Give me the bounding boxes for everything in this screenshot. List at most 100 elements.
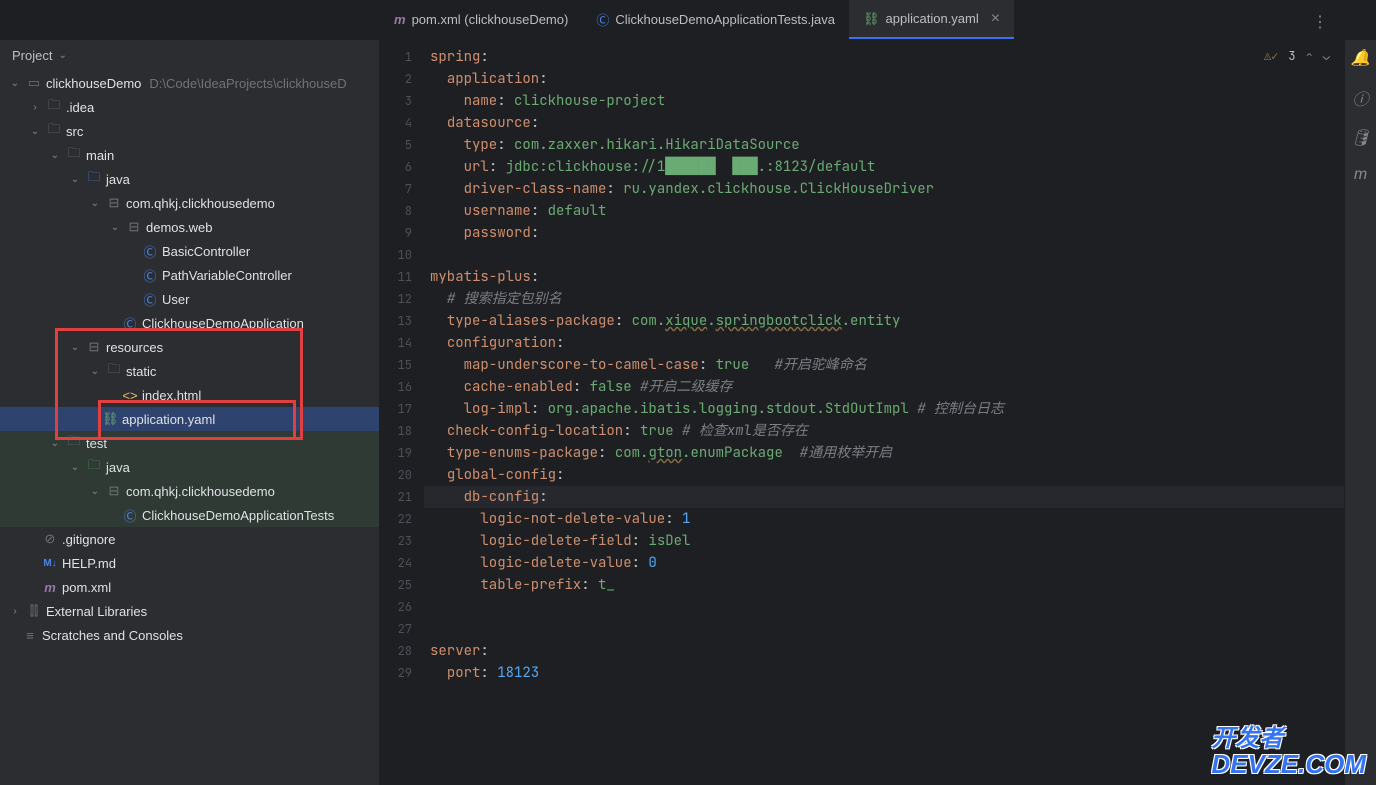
tree-node-pom-xml[interactable]: m pom.xml (0, 575, 379, 599)
tree-label: Scratches and Consoles (42, 628, 183, 643)
chevron-down-icon[interactable]: ⌄ (68, 174, 82, 185)
tree-node-java[interactable]: ⌄ 🗀 java (0, 167, 379, 191)
chevron-right-icon[interactable]: › (28, 102, 42, 113)
tree-label: demos.web (146, 220, 212, 235)
tab-label: application.yaml (886, 11, 979, 26)
tree-node-test-java[interactable]: ⌄ 🗀 java (0, 455, 379, 479)
tree-node-user[interactable]: Ⓒ User (0, 287, 379, 311)
editor-tabs-bar: m pom.xml (clickhouseDemo) Ⓒ ClickhouseD… (0, 0, 1376, 40)
chevron-down-icon[interactable]: ⌄ (58, 50, 66, 61)
html-icon: <> (122, 388, 138, 403)
project-panel-header[interactable]: Project ⌄ (0, 40, 379, 71)
tree-node-clickhouse-demo-app[interactable]: Ⓒ ClickhouseDemoApplication (0, 311, 379, 335)
tree-node-test-pkg[interactable]: ⌄ ⊟ com.qhkj.clickhousedemo (0, 479, 379, 503)
ai-icon[interactable]: ⓘ (1352, 86, 1368, 110)
tab-tests-java[interactable]: Ⓒ ClickhouseDemoApplicationTests.java (582, 0, 849, 39)
tab-pom-xml[interactable]: m pom.xml (clickhouseDemo) (380, 0, 582, 39)
notifications-icon[interactable]: 🔔 (1351, 48, 1371, 68)
chevron-up-icon[interactable]: ⌃ (1306, 48, 1313, 64)
chevron-down-icon[interactable]: ⌄ (48, 438, 62, 449)
tree-label: clickhouseDemo (46, 76, 141, 91)
tree-label: java (106, 460, 130, 475)
yaml-icon: ⛓ (863, 11, 880, 27)
watermark-en: DEVZE.COM (1211, 751, 1366, 777)
tree-label: External Libraries (46, 604, 147, 619)
folder-icon: 🗀 (46, 120, 62, 142)
tree-label: resources (106, 340, 163, 355)
gitignore-icon: ⊘ (42, 531, 58, 547)
tree-label: BasicController (162, 244, 250, 259)
package-icon: ⊟ (106, 195, 122, 211)
tree-label: src (66, 124, 83, 139)
tree-node-demos-web[interactable]: ⌄ ⊟ demos.web (0, 215, 379, 239)
tree-label: .idea (66, 100, 94, 115)
tree-label: test (86, 436, 107, 451)
chevron-down-icon[interactable]: ⌄ (68, 342, 82, 353)
more-icon[interactable]: ⋮ (1312, 12, 1328, 32)
chevron-right-icon[interactable]: › (8, 606, 22, 617)
maven-icon: m (394, 12, 406, 27)
chevron-down-icon[interactable]: ⌄ (48, 150, 62, 161)
tree-external-libraries[interactable]: › ⫿⫿ External Libraries (0, 599, 379, 623)
tree-label: ClickhouseDemoApplicationTests (142, 508, 334, 523)
tree-root[interactable]: ⌄ ▭ clickhouseDemo D:\Code\IdeaProjects\… (0, 71, 379, 95)
inspection-count: 3 (1288, 48, 1295, 64)
tree-scratches[interactable]: ≡ Scratches and Consoles (0, 623, 379, 647)
tree-node-resources[interactable]: ⌄ ⊟ resources (0, 335, 379, 359)
tree-node-test[interactable]: ⌄ 🗀 test (0, 431, 379, 455)
chevron-down-icon[interactable]: ⌄ (88, 366, 102, 377)
tree-node-main[interactable]: ⌄ 🗀 main (0, 143, 379, 167)
close-icon[interactable]: × (991, 10, 1000, 28)
chevron-down-icon[interactable]: ⌄ (108, 222, 122, 233)
tree-label: User (162, 292, 189, 307)
main-area: Project ⌄ ⌄ ▭ clickhouseDemo D:\Code\Ide… (0, 40, 1376, 785)
module-icon: ▭ (26, 75, 42, 91)
java-class-icon: Ⓒ (122, 506, 138, 525)
tab-label: ClickhouseDemoApplicationTests.java (615, 12, 835, 27)
project-tool-window: Project ⌄ ⌄ ▭ clickhouseDemo D:\Code\Ide… (0, 40, 380, 785)
tree-node-package[interactable]: ⌄ ⊟ com.qhkj.clickhousedemo (0, 191, 379, 215)
inspection-widget[interactable]: ⚠✓ 3 ⌃ ⌄ (1264, 48, 1330, 64)
maven-icon: m (42, 580, 58, 595)
test-folder-icon: 🗀 (86, 456, 102, 478)
tree-node-index-html[interactable]: <> index.html (0, 383, 379, 407)
tree-node-src[interactable]: ⌄ 🗀 src (0, 119, 379, 143)
project-tree[interactable]: ⌄ ▭ clickhouseDemo D:\Code\IdeaProjects\… (0, 71, 379, 785)
tree-node-basic-controller[interactable]: Ⓒ BasicController (0, 239, 379, 263)
chevron-down-icon[interactable]: ⌄ (68, 462, 82, 473)
tree-label: java (106, 172, 130, 187)
editor-gutter[interactable]: 1234567891011121314151617181920212223242… (380, 40, 424, 785)
yaml-icon: ⛓ (102, 411, 118, 427)
tree-label: HELP.md (62, 556, 116, 571)
folder-icon: 🗀 (46, 96, 62, 118)
tree-label: pom.xml (62, 580, 111, 595)
tree-label: PathVariableController (162, 268, 292, 283)
tree-label: main (86, 148, 114, 163)
chevron-down-icon[interactable]: ⌄ (28, 126, 42, 137)
tree-node-test-class[interactable]: Ⓒ ClickhouseDemoApplicationTests (0, 503, 379, 527)
tree-node-gitignore[interactable]: ⊘ .gitignore (0, 527, 379, 551)
maven-tool-icon[interactable]: m (1354, 166, 1367, 184)
chevron-down-icon[interactable]: ⌄ (88, 486, 102, 497)
chevron-down-icon[interactable]: ⌄ (1323, 48, 1330, 64)
folder-icon: 🗀 (106, 360, 122, 382)
tree-label: com.qhkj.clickhousedemo (126, 484, 275, 499)
tree-node-application-yaml[interactable]: ⛓ application.yaml (0, 407, 379, 431)
panel-title: Project (12, 48, 52, 63)
package-icon: ⊟ (126, 219, 142, 235)
chevron-down-icon[interactable]: ⌄ (88, 198, 102, 209)
tree-node-static[interactable]: ⌄ 🗀 static (0, 359, 379, 383)
code-content[interactable]: spring: application: name: clickhouse-pr… (424, 40, 1344, 785)
database-icon[interactable]: 🛢 (1350, 128, 1370, 148)
editor-area: 1234567891011121314151617181920212223242… (380, 40, 1344, 785)
source-folder-icon: 🗀 (86, 168, 102, 190)
watermark-zh: 开发者 (1211, 727, 1366, 751)
tab-application-yaml[interactable]: ⛓ application.yaml × (849, 0, 1014, 39)
tree-node-idea[interactable]: › 🗀 .idea (0, 95, 379, 119)
tree-node-help-md[interactable]: M↓ HELP.md (0, 551, 379, 575)
java-class-icon: Ⓒ (596, 10, 609, 29)
chevron-down-icon[interactable]: ⌄ (8, 78, 22, 89)
scratches-icon: ≡ (22, 628, 38, 643)
tree-label: static (126, 364, 156, 379)
tree-node-path-var-controller[interactable]: Ⓒ PathVariableController (0, 263, 379, 287)
